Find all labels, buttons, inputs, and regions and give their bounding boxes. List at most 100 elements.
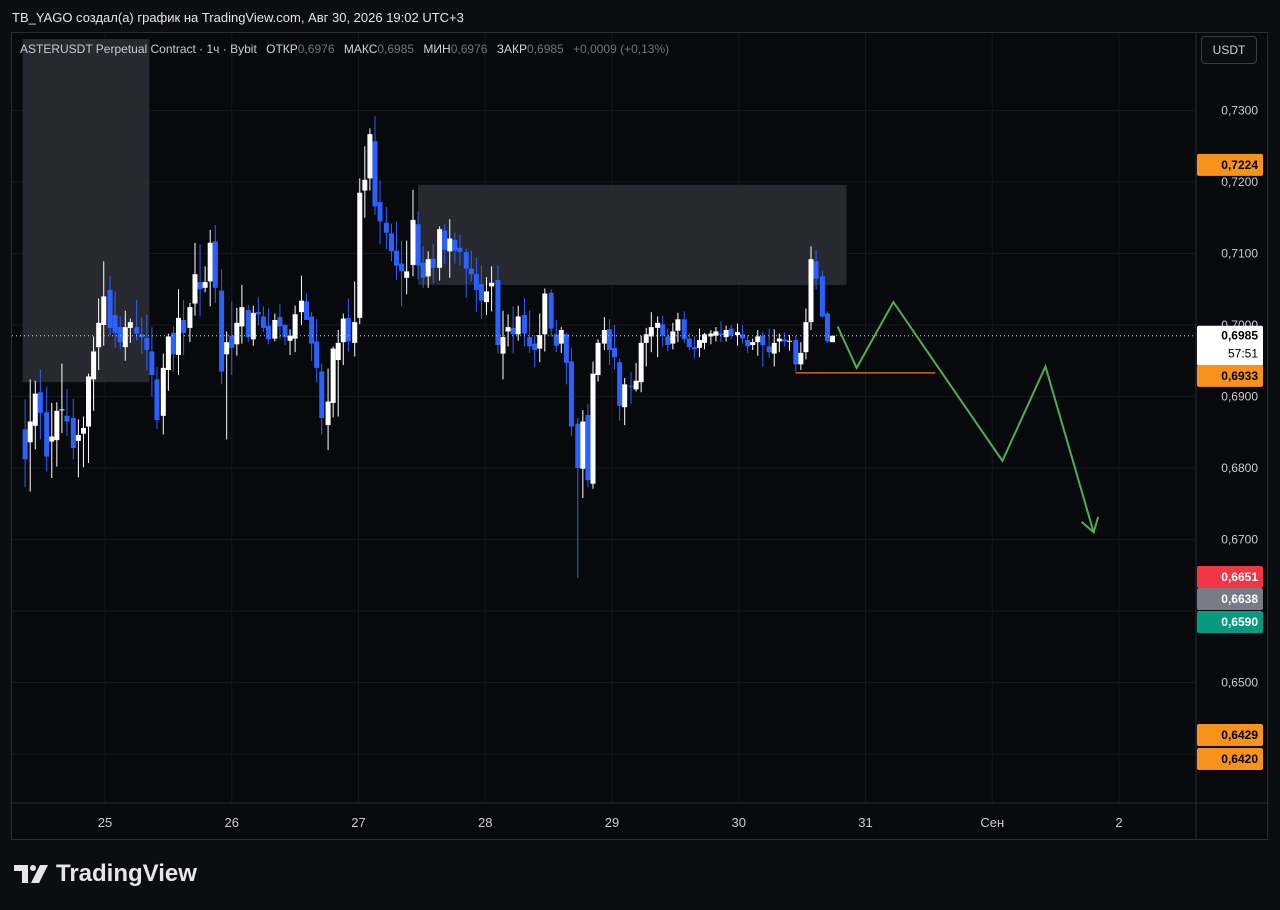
- candle: [304, 293, 310, 320]
- candle: [542, 288, 548, 352]
- candle: [691, 336, 697, 359]
- candle-body: [91, 351, 97, 380]
- candle-body: [830, 335, 836, 343]
- candle-body: [675, 319, 681, 331]
- candle-body: [330, 348, 336, 403]
- candle-body: [686, 338, 692, 348]
- tradingview-icon: [14, 865, 48, 883]
- candle: [617, 358, 623, 421]
- candle-body: [660, 324, 666, 336]
- candle-body: [601, 330, 607, 344]
- time-tick-label: 28: [478, 815, 492, 830]
- candle: [287, 329, 293, 356]
- candle-body: [394, 250, 400, 266]
- candle: [622, 377, 628, 426]
- candle-body: [192, 274, 198, 304]
- candle: [357, 178, 363, 325]
- candle: [234, 307, 240, 356]
- candle: [537, 313, 543, 363]
- candle: [255, 297, 261, 325]
- candle-body: [808, 259, 814, 323]
- candle: [325, 368, 331, 451]
- candle: [643, 327, 649, 367]
- symbol-name[interactable]: ASTERUSDT Perpetual Contract · 1ч · Bybi…: [20, 42, 257, 56]
- candle: [245, 304, 251, 343]
- candle-body: [670, 331, 676, 344]
- candle: [745, 335, 751, 353]
- supply-demand-zone: [418, 184, 847, 285]
- candle: [224, 331, 230, 440]
- candle: [260, 306, 266, 333]
- change-value: +0,0009 (+0,13%): [573, 42, 670, 56]
- time-tick-label: 30: [732, 815, 746, 830]
- candle: [681, 311, 687, 343]
- candle-body: [628, 385, 634, 387]
- candle-body: [638, 342, 644, 383]
- candle: [309, 312, 315, 361]
- brand-name: TradingView: [56, 860, 197, 887]
- candle-body: [468, 268, 474, 275]
- price-marker: 0,6420: [1197, 748, 1263, 770]
- candle-body: [101, 296, 107, 325]
- high-value: 0,6985: [377, 42, 415, 56]
- candle: [776, 333, 782, 353]
- candle-body: [27, 421, 33, 443]
- candle: [282, 324, 288, 346]
- time-tick-label: 26: [225, 815, 239, 830]
- candle-body: [127, 322, 133, 328]
- close-label: ЗАКР: [496, 42, 528, 56]
- price-tick-label: 0,6800: [1221, 461, 1258, 475]
- candle-body: [766, 346, 772, 353]
- candle-body: [696, 340, 702, 348]
- candle: [803, 308, 809, 360]
- price-chart[interactable]: 0,73000,72000,71000,70000,69000,68000,67…: [0, 0, 1280, 910]
- candle-body: [372, 141, 378, 207]
- candle: [580, 410, 586, 499]
- open-label: ОТКР: [266, 42, 298, 56]
- candle-body: [786, 340, 792, 342]
- candle-body: [245, 309, 251, 338]
- candle: [532, 335, 538, 368]
- candle: [399, 240, 405, 307]
- candle: [740, 325, 746, 344]
- candle-body: [229, 335, 235, 348]
- candle-body: [367, 134, 373, 179]
- zone-layer: [22, 39, 847, 383]
- candle-body: [292, 314, 298, 339]
- currency-button[interactable]: USDT: [1201, 36, 1257, 64]
- candle: [266, 308, 272, 345]
- price-tick-label: 0,7200: [1221, 175, 1258, 189]
- candle-body: [430, 258, 436, 268]
- price-tick-label: 0,6500: [1221, 676, 1258, 690]
- candle-body: [219, 290, 225, 372]
- candle: [229, 301, 235, 376]
- price-badge-label: 0,6933: [1221, 369, 1258, 383]
- candle-body: [314, 341, 320, 368]
- symbol-legend: ASTERUSDT Perpetual Contract · 1ч · Bybi…: [20, 42, 669, 56]
- price-marker: 0,6429: [1197, 724, 1263, 746]
- candle: [786, 335, 792, 351]
- candle: [272, 313, 278, 342]
- candle: [352, 281, 358, 357]
- candle-body: [500, 337, 506, 354]
- candle: [723, 325, 729, 342]
- bar-countdown: 57:51: [1228, 347, 1258, 361]
- candle-body: [648, 327, 654, 337]
- candle: [750, 338, 756, 351]
- candle: [165, 333, 171, 391]
- candle-body: [665, 336, 671, 346]
- candle: [64, 388, 70, 436]
- candle-body: [399, 263, 405, 272]
- candle-body: [548, 292, 554, 329]
- candle-body: [718, 333, 724, 336]
- candle-body: [49, 436, 55, 442]
- price-badge-label: 0,7224: [1221, 158, 1258, 172]
- candle: [760, 331, 766, 367]
- candle: [500, 310, 506, 380]
- candle-body: [181, 319, 187, 333]
- candle-body: [655, 322, 661, 328]
- candle: [665, 328, 671, 352]
- candle: [830, 335, 836, 343]
- candle: [377, 180, 383, 245]
- candle: [212, 224, 218, 303]
